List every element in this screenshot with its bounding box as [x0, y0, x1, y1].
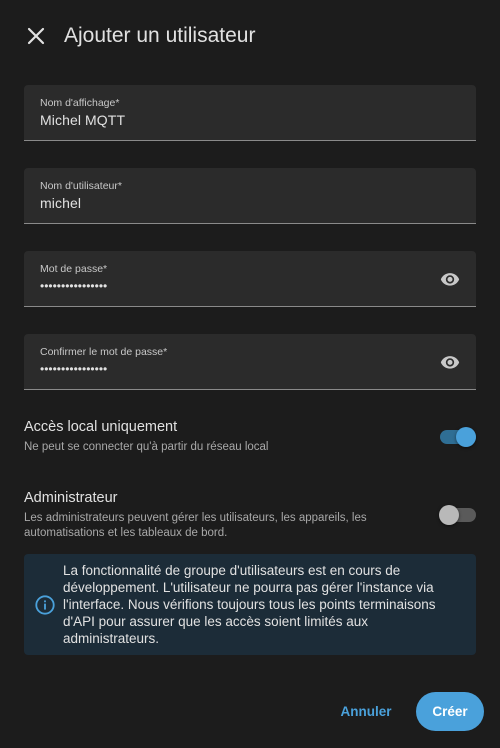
admin-switch[interactable] [439, 504, 476, 525]
info-icon [35, 595, 55, 615]
username-label: Nom d'utilisateur* [40, 180, 122, 192]
show-password-button[interactable] [438, 267, 462, 291]
confirm-password-field[interactable]: Confirmer le mot de passe* •••••••••••••… [24, 334, 476, 390]
show-confirm-password-button[interactable] [438, 350, 462, 374]
username-input[interactable]: michel [40, 195, 81, 211]
switch-thumb [439, 505, 459, 525]
confirm-password-label: Confirmer le mot de passe* [40, 346, 168, 358]
admin-setting: Administrateur Les administrateurs peuve… [24, 488, 476, 540]
info-alert: La fonctionnalité de groupe d'utilisateu… [24, 554, 476, 655]
add-user-dialog: Ajouter un utilisateur Nom d'affichage* … [0, 0, 500, 748]
admin-description: Les administrateurs peuvent gérer les ut… [24, 512, 367, 539]
username-field[interactable]: Nom d'utilisateur* michel [24, 168, 476, 224]
eye-icon [440, 356, 460, 369]
info-alert-text: La fonctionnalité de groupe d'utilisateu… [63, 563, 436, 646]
switch-thumb [456, 427, 476, 447]
display-name-label: Nom d'affichage* [40, 97, 120, 109]
cancel-button[interactable]: Annuler [332, 692, 400, 730]
display-name-field[interactable]: Nom d'affichage* Michel MQTT [24, 85, 476, 141]
create-button[interactable]: Créer [416, 692, 484, 731]
display-name-input[interactable]: Michel MQTT [40, 112, 125, 128]
eye-icon [440, 273, 460, 286]
confirm-password-input[interactable]: •••••••••••••••• [40, 362, 107, 376]
local-only-setting: Accès local uniquement Ne peut se connec… [24, 417, 476, 455]
password-field[interactable]: Mot de passe* •••••••••••••••• [24, 251, 476, 307]
local-only-switch[interactable] [440, 426, 476, 447]
close-icon [27, 27, 45, 45]
dialog-title: Ajouter un utilisateur [64, 24, 256, 47]
password-input[interactable]: •••••••••••••••• [40, 279, 107, 293]
admin-title: Administrateur [24, 490, 118, 506]
password-label: Mot de passe* [40, 263, 108, 275]
close-button[interactable] [22, 22, 50, 50]
local-only-title: Accès local uniquement [24, 419, 178, 435]
local-only-description: Ne peut se connecter qu'à partir du rése… [24, 441, 269, 453]
dialog-header: Ajouter un utilisateur [0, 0, 500, 72]
